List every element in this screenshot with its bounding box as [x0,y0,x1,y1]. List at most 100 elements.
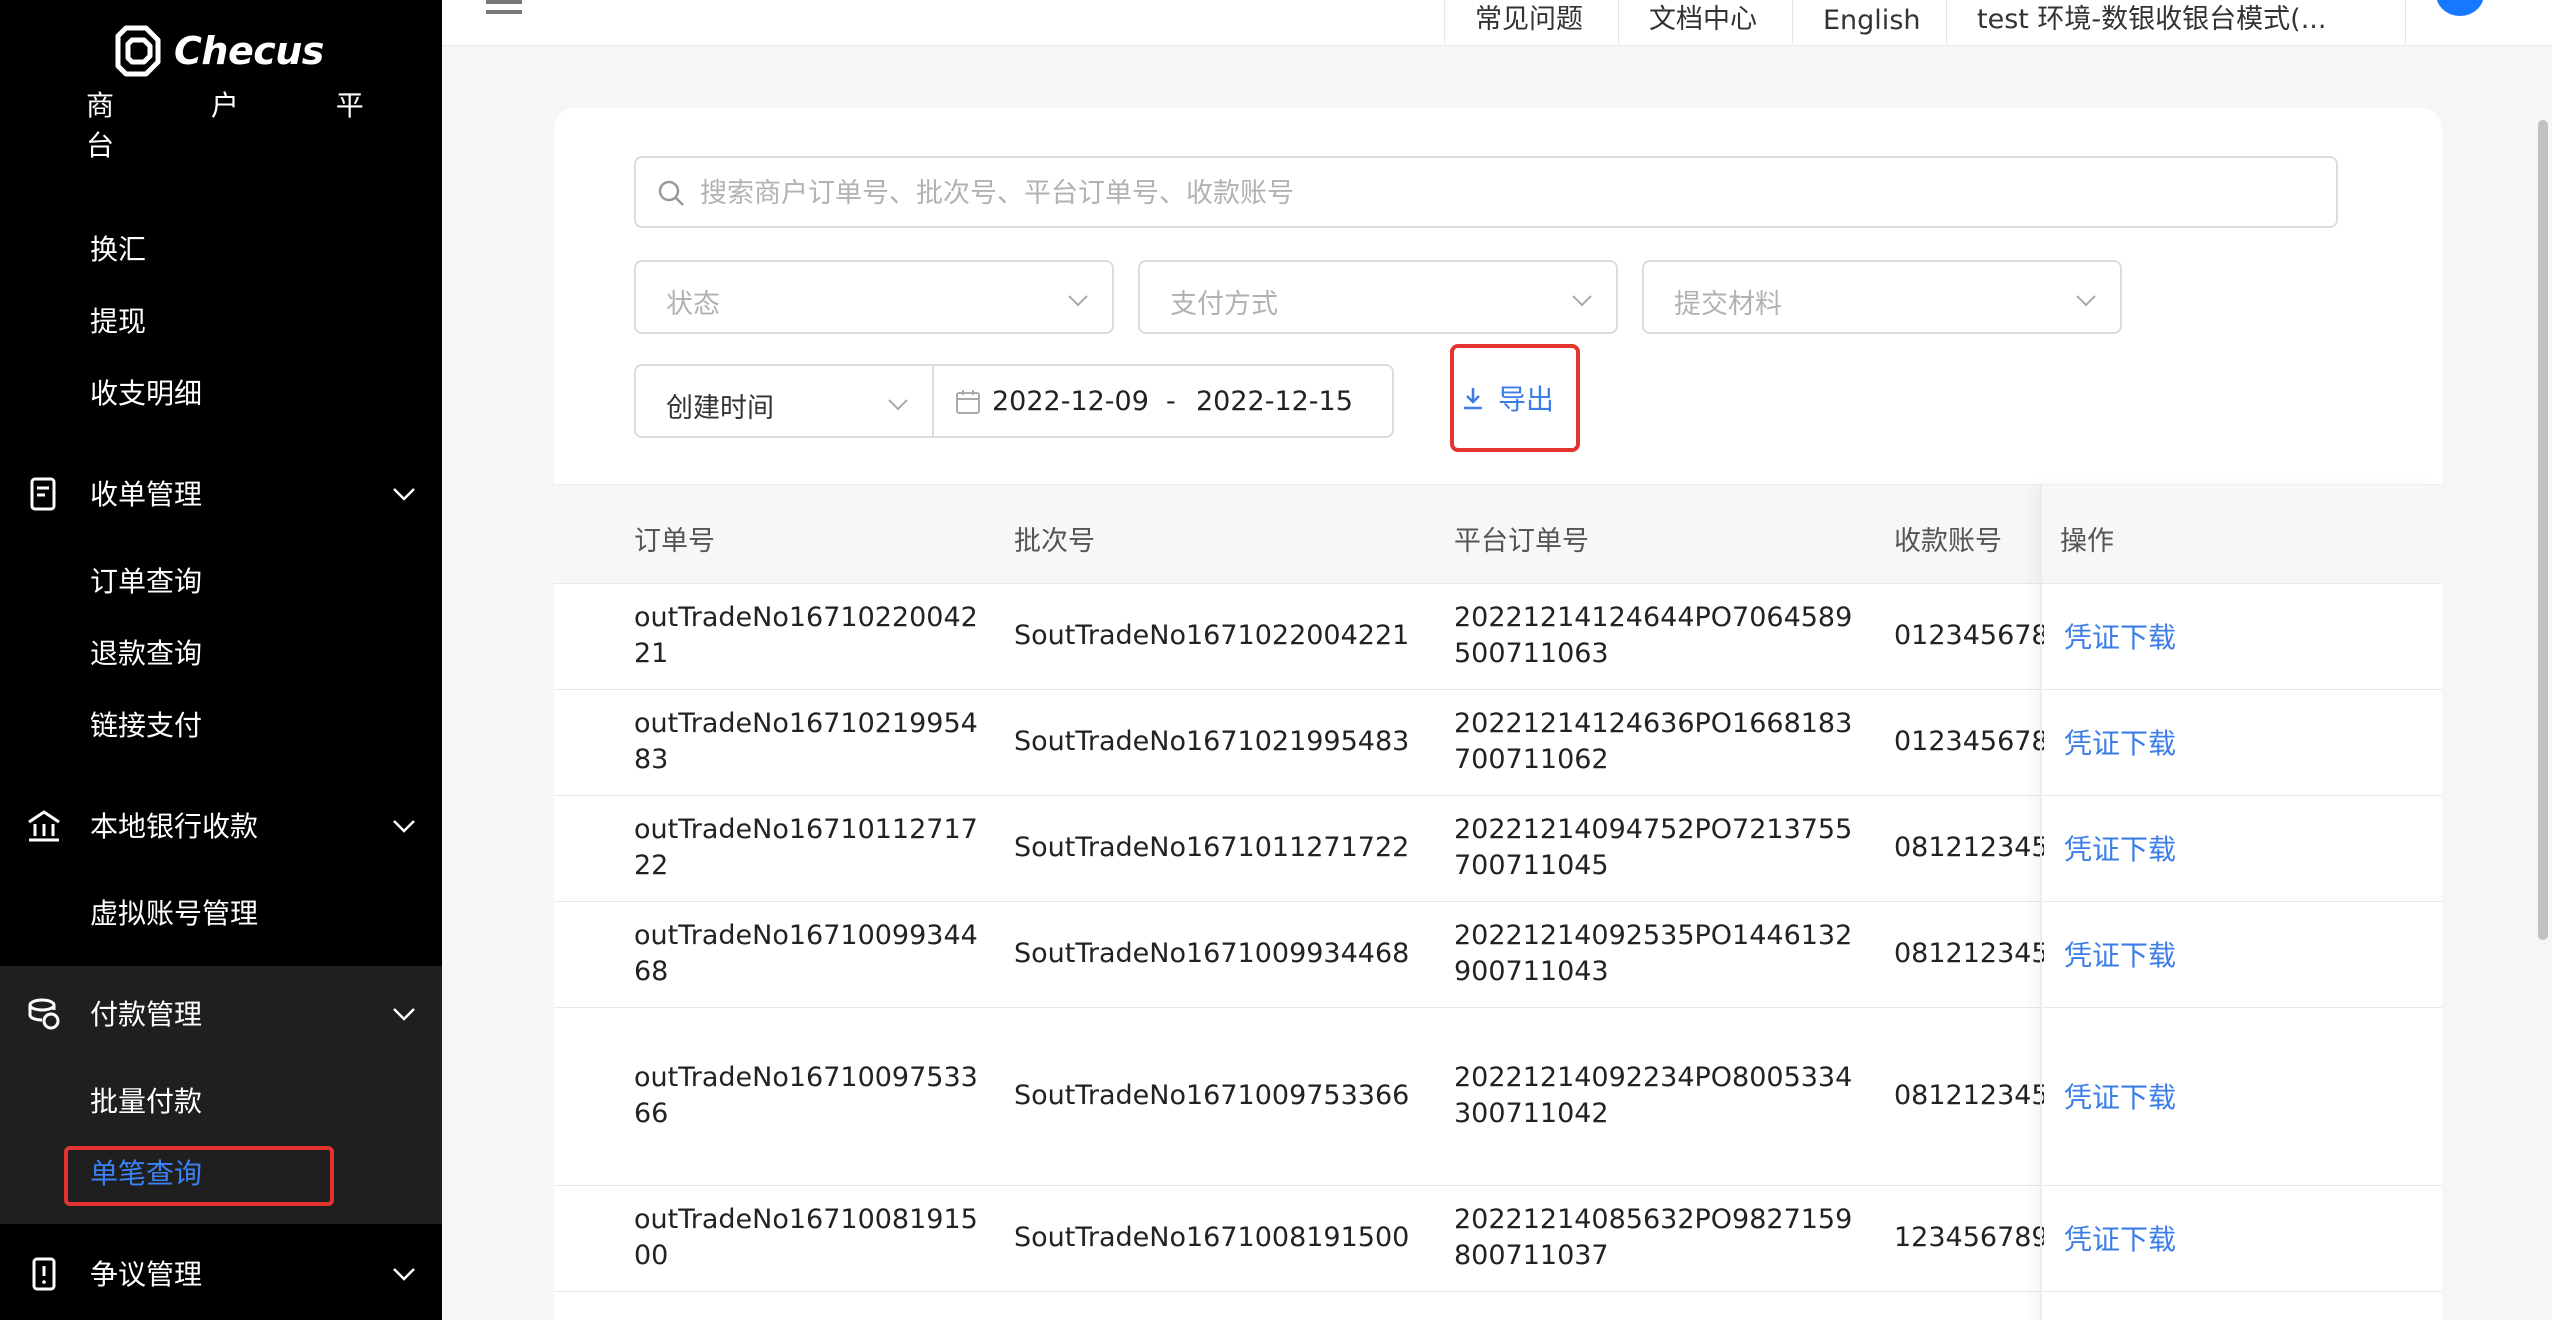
sidebar-group-payout[interactable]: 付款管理 [0,978,442,1048]
table-header: 订单号 批次号 平台订单号 收款账号 操作 [554,484,2442,584]
cell-order-no: outTradeNo1671021995483 [634,708,978,775]
receipt-icon [30,477,56,511]
sidebar-item-virtual-account[interactable]: 虚拟账号管理 [90,892,258,932]
time-type-value: 创建时间 [666,393,774,424]
cell-platform-no: 20221214085632PO9827159800711037 [1454,1204,1853,1271]
table-row: outTradeNo1671009934468 SoutTradeNo16710… [554,902,2442,1008]
status-select[interactable]: 状态 [634,260,1114,334]
column-header-action: 操作 [2060,526,2114,557]
brand-logo[interactable]: Checus [112,22,324,80]
bank-icon [28,810,60,842]
menu-toggle-icon[interactable] [486,0,522,14]
chevron-down-icon [1572,295,1592,307]
column-header-platform-no: 平台订单号 [1454,526,1589,557]
cell-batch-no: SoutTradeNo1671009753366 [1014,1080,1410,1111]
brand-subtitle: 商 户 平 台 [86,89,408,162]
sidebar-group-label: 付款管理 [90,998,203,1031]
search-icon [658,180,684,206]
cell-account: 0123456789 [1894,726,2044,757]
search-box [634,156,2338,228]
sidebar-item-exchange[interactable]: 换汇 [90,228,146,268]
sidebar: Checus 商 户 平 台 换汇 提现 收支明细 收单管理 订单查询 退款查询… [0,0,442,1320]
date-start: 2022-12-09 [992,386,1149,417]
table-row: outTradeNo1671011271722 SoutTradeNo16710… [554,796,2442,902]
cell-platform-no: 20221214092234PO8005334300711042 [1454,1062,1853,1129]
time-type-select[interactable]: 创建时间 [634,364,934,438]
cell-account: 1234567890 [1894,1222,2044,1253]
top-tab-docs[interactable]: 文档中心 [1618,0,1792,44]
checus-logo-icon [115,25,161,77]
cell-batch-no: SoutTradeNo1671022004221 [1014,620,1410,651]
table-row: outTradeNo1671021995483 SoutTradeNo16710… [554,690,2442,796]
sidebar-group-label: 争议管理 [90,1258,203,1291]
voucher-download-link[interactable]: 凭证下载 [2064,1076,2176,1116]
phone-dispute-icon [32,1257,56,1291]
voucher-download-link[interactable]: 凭证下载 [2064,722,2176,762]
sidebar-item-order-query[interactable]: 订单查询 [90,560,202,600]
voucher-download-link[interactable]: 凭证下载 [2064,1218,2176,1258]
date-separator: - [1166,386,1176,417]
vertical-scrollbar[interactable] [2538,120,2548,940]
voucher-download-link[interactable]: 凭证下载 [2064,616,2176,656]
cell-platform-no: 20221214124636PO1668183700711062 [1454,708,1853,775]
chevron-down-icon [888,399,908,411]
sidebar-item-batch-payout[interactable]: 批量付款 [90,1080,202,1120]
status-select-placeholder: 状态 [666,289,720,320]
materials-select[interactable]: 提交材料 [1642,260,2122,334]
column-header-batch-no: 批次号 [1014,526,1095,557]
top-tab-environment[interactable]: test 环境-数银收银台模式(... [1946,0,2406,44]
cell-batch-no: SoutTradeNo1671008191500 [1014,1222,1410,1253]
sidebar-item-link-pay[interactable]: 链接支付 [90,704,202,744]
content-card: 状态 支付方式 提交材料 创建时间 2022-12-09 - 2022-12-1… [554,108,2442,1320]
cell-order-no: outTradeNo1671011271722 [634,814,978,881]
column-header-account: 收款账号 [1894,526,2002,557]
voucher-download-link[interactable]: 凭证下载 [2064,828,2176,868]
calendar-icon [956,390,980,414]
cell-batch-no: SoutTradeNo1671021995483 [1014,726,1410,757]
cell-batch-no: SoutTradeNo1671009934468 [1014,938,1410,969]
brand-name: Checus [174,29,324,73]
top-tab-faq[interactable]: 常见问题 [1444,0,1618,44]
cell-platform-no: 20221214124644PO7064589500711063 [1454,602,1853,669]
table-row: outTradeNo1671008191500 SoutTradeNo16710… [554,1186,2442,1292]
sidebar-item-withdraw[interactable]: 提现 [90,300,146,340]
cell-account: 0812123456 [1894,832,2044,863]
voucher-download-link[interactable]: 凭证下载 [2064,934,2176,974]
sidebar-group-acquiring[interactable]: 收单管理 [0,458,442,528]
table-row: outTradeNo1671022004221 SoutTradeNo16710… [554,584,2442,690]
sidebar-item-refund-query[interactable]: 退款查询 [90,632,202,672]
highlight-annotation-box [1450,344,1580,452]
cell-platform-no: 20221214092535PO1446132900711043 [1454,920,1853,987]
database-coins-icon [28,998,60,1030]
cell-account: 0812123456 [1894,938,2044,969]
sidebar-group-label: 收单管理 [90,478,203,511]
search-input[interactable] [700,170,2300,216]
materials-placeholder: 提交材料 [1674,289,1782,320]
date-range-picker[interactable]: 2022-12-09 - 2022-12-15 [934,364,1394,438]
chevron-down-icon [393,488,415,501]
chevron-down-icon [2076,295,2096,307]
column-header-order-no: 订单号 [634,526,715,557]
cell-batch-no: SoutTradeNo1671011271722 [1014,832,1410,863]
cell-order-no: outTradeNo1671009934468 [634,920,978,987]
sidebar-group-local-bank[interactable]: 本地银行收款 [0,790,442,860]
payment-method-placeholder: 支付方式 [1170,289,1278,320]
cell-account: 0123456789 [1894,620,2044,651]
chevron-down-icon [1068,295,1088,307]
cell-account: 0812123456 [1894,1080,2044,1111]
highlight-annotation-box [64,1146,334,1206]
date-end: 2022-12-15 [1196,386,1353,417]
cell-platform-no: 20221214094752PO7213755700711045 [1454,814,1853,881]
table-row: outTradeNo1671009753366 SoutTradeNo16710… [554,1008,2442,1186]
cell-order-no: outTradeNo1671008191500 [634,1204,978,1271]
cell-order-no: outTradeNo1671022004221 [634,602,978,669]
payment-method-select[interactable]: 支付方式 [1138,260,1618,334]
chevron-down-icon [393,1268,415,1281]
chevron-down-icon [393,820,415,833]
top-tab-language[interactable]: English [1792,0,1946,44]
sidebar-item-statement[interactable]: 收支明细 [90,372,202,412]
cell-order-no: outTradeNo1671009753366 [634,1062,978,1129]
sidebar-group-dispute[interactable]: 争议管理 [0,1238,442,1308]
sidebar-group-label: 本地银行收款 [90,810,259,843]
chevron-down-icon [393,1008,415,1021]
